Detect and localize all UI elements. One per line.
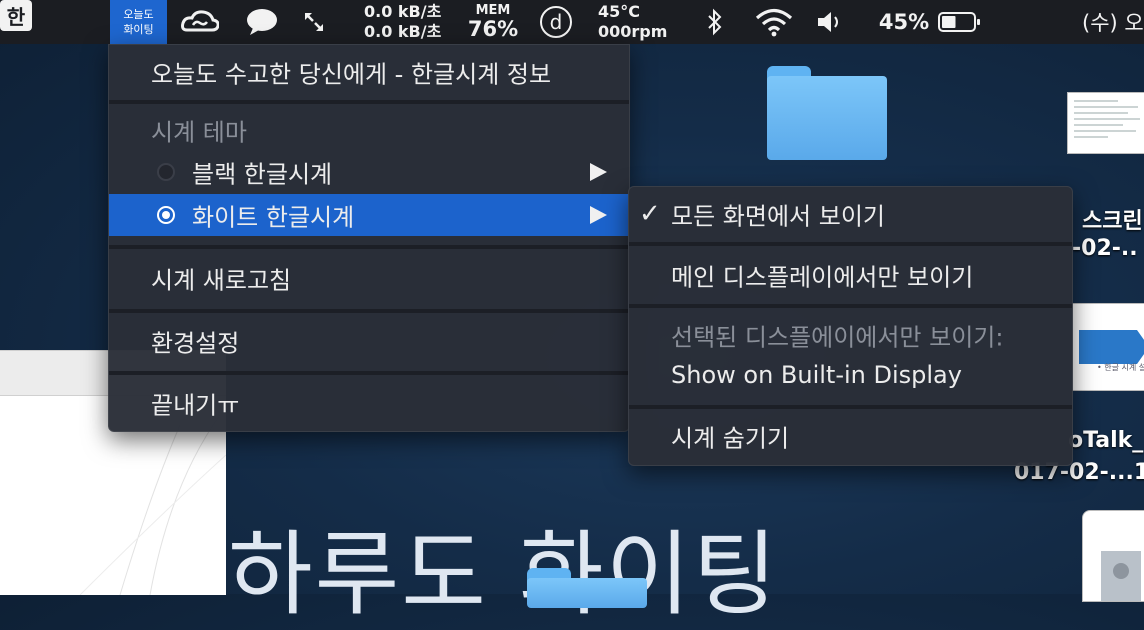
desktop-file-thumbnail[interactable]	[1067, 92, 1144, 154]
menubar-clock[interactable]: (수) 오	[1082, 0, 1144, 44]
app-chip-line1: 오늘도	[123, 8, 154, 21]
display-submenu: ✓ 모든 화면에서 보이기 메인 디스플레이에서만 보이기 선택된 디스플에이에…	[628, 186, 1073, 466]
cpu-temperature: 45°C	[598, 2, 641, 21]
theme-white-label: 화이트 한글시계	[192, 203, 355, 232]
submenu-arrow-icon	[590, 206, 607, 224]
menu-separator	[629, 242, 1072, 246]
refresh-label: 시계 새로고침	[151, 266, 292, 295]
desktop-file-date: -02-..	[1072, 236, 1138, 261]
hangul-clock-status-item[interactable]: 오늘도 화이팅	[110, 0, 167, 44]
network-upload: 0.0 kB/초	[364, 2, 442, 21]
network-speed-monitor[interactable]: 0.0 kB/초 0.0 kB/초	[364, 0, 446, 44]
theme-black-label: 블랙 한글시계	[192, 160, 333, 189]
desktop-disk-thumbnail[interactable]	[1082, 510, 1144, 602]
messages-icon[interactable]	[244, 0, 280, 44]
menu-separator	[109, 100, 629, 104]
main-display-label: 메인 디스플레이에서만 보이기	[671, 263, 974, 292]
submenu-arrow-icon	[590, 163, 607, 181]
radio-on-icon	[157, 206, 175, 224]
desktop-file-label-2[interactable]: oTalk_	[1068, 428, 1143, 453]
radio-off-icon	[157, 163, 175, 181]
memory-value: 76%	[467, 17, 519, 41]
hangul-clock-menu: 오늘도 수고한 당신에게 - 한글시계 정보 시계 테마 블랙 한글시계 화이트…	[108, 44, 630, 432]
bluetooth-icon[interactable]	[703, 0, 727, 44]
desktop-file-thumbnail-2[interactable]: • 한글 시계 설치	[1072, 303, 1144, 391]
thumbnail-caption: • 한글 시계 설치	[1097, 363, 1144, 372]
menu-separator	[109, 245, 629, 249]
quit-label: 끝내기ㅠ	[151, 391, 240, 420]
preferences-label: 환경설정	[151, 329, 240, 358]
menu-item-preferences[interactable]: 환경설정	[109, 313, 629, 369]
builtin-display-label: Show on Built-in Display	[671, 361, 962, 389]
memory-label: MEM	[475, 3, 511, 18]
battery-icon[interactable]	[936, 0, 984, 44]
all-screens-label: 모든 화면에서 보이기	[671, 202, 885, 231]
disk-image-icon	[1101, 551, 1141, 601]
document-preview-icon	[1074, 100, 1140, 138]
selected-display-header: 선택된 디스플에이에서만 보이기:	[671, 323, 1004, 352]
menu-item-refresh[interactable]: 시계 새로고침	[109, 250, 629, 306]
wifi-icon[interactable]	[752, 0, 796, 44]
dictionary-icon[interactable]: d	[538, 0, 574, 44]
svg-text:d: d	[550, 10, 563, 34]
fan-speed: 000rpm	[598, 22, 668, 41]
menu-item-theme-white[interactable]: 화이트 한글시계	[109, 194, 629, 236]
submenu-item-all-screens[interactable]: ✓ 모든 화면에서 보이기	[629, 189, 1072, 239]
menu-section-header-theme: 시계 테마	[109, 109, 629, 151]
hide-clock-label: 시계 숨기기	[671, 424, 790, 453]
battery-fill	[942, 16, 956, 28]
resize-icon[interactable]	[302, 0, 326, 44]
submenu-item-hide-clock[interactable]: 시계 숨기기	[629, 409, 1072, 463]
menu-item-theme-black[interactable]: 블랙 한글시계	[109, 151, 629, 193]
checkmark-icon: ✓	[639, 199, 661, 229]
menu-item-quit[interactable]: 끝내기ㅠ	[109, 375, 629, 431]
input-source-icon[interactable]: 한	[0, 0, 32, 31]
menu-bar: 오늘도 화이팅 0.0 kB/초 0.0 kB/초 MEM 76% d 45°C…	[0, 0, 1144, 44]
submenu-section-header-selected: 선택된 디스플에이에서만 보이기:	[629, 315, 1072, 355]
document-preview-icon	[1079, 330, 1144, 364]
menu-separator	[629, 304, 1072, 308]
memory-monitor[interactable]: MEM 76%	[466, 0, 520, 44]
menu-item-about[interactable]: 오늘도 수고한 당신에게 - 한글시계 정보	[109, 47, 629, 97]
temperature-fan-monitor[interactable]: 45°C 000rpm	[598, 0, 670, 44]
desktop-folder[interactable]	[767, 66, 887, 162]
volume-icon[interactable]	[815, 0, 845, 44]
submenu-item-main-display[interactable]: 메인 디스플레이에서만 보이기	[629, 247, 1072, 303]
submenu-item-builtin-display[interactable]: Show on Built-in Display	[629, 355, 1072, 395]
desktop-wallpaper-text: 하루도 화이팅	[228, 521, 780, 628]
creative-cloud-icon[interactable]	[180, 0, 220, 44]
app-chip-line2: 화이팅	[123, 23, 154, 36]
network-download: 0.0 kB/초	[364, 22, 442, 41]
battery-percent[interactable]: 45%	[877, 0, 931, 44]
desktop-file-label[interactable]: 스크린	[1082, 203, 1143, 235]
menu-item-about-label: 오늘도 수고한 당신에게 - 한글시계 정보	[151, 60, 552, 89]
theme-header-label: 시계 테마	[151, 118, 247, 147]
